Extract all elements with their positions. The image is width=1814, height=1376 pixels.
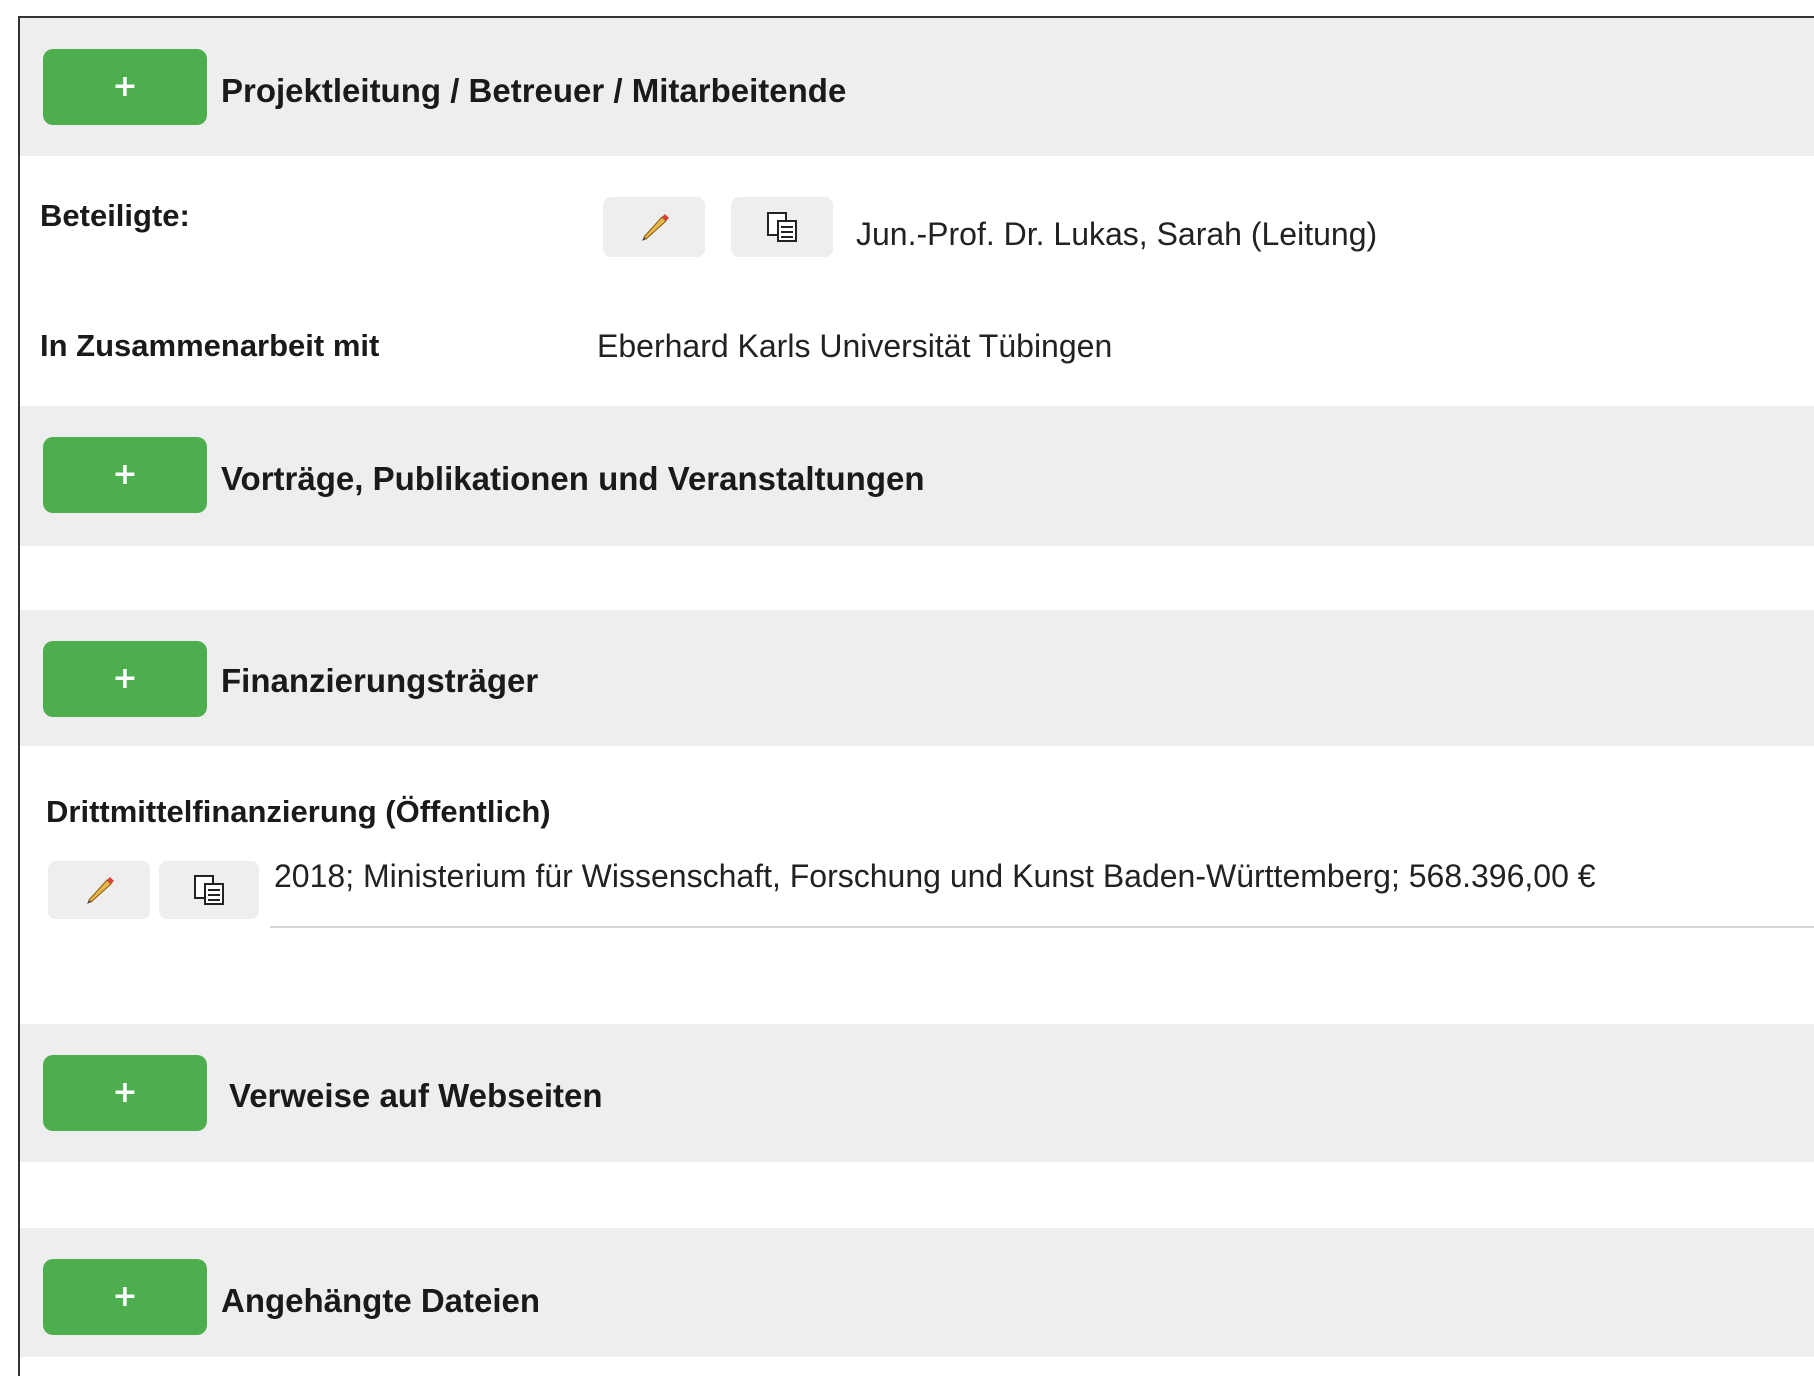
pencil-icon bbox=[87, 877, 114, 904]
drittmittel-heading: Drittmittelfinanzierung (Öffentlich) bbox=[46, 794, 551, 829]
plus-icon: + bbox=[112, 661, 138, 696]
plus-icon: + bbox=[112, 1279, 138, 1314]
plus-icon: + bbox=[112, 1075, 138, 1110]
edit-funding-button[interactable] bbox=[48, 861, 150, 919]
pencil-icon bbox=[642, 214, 669, 241]
add-finanzierung-button[interactable]: + bbox=[43, 641, 207, 717]
zusammenarbeit-label: In Zusammenarbeit mit bbox=[40, 328, 380, 363]
edit-participant-button[interactable] bbox=[603, 197, 705, 257]
section-title-dateien: Angehängte Dateien bbox=[221, 1282, 541, 1319]
section-title-webseiten: Verweise auf Webseiten bbox=[229, 1077, 603, 1114]
copy-icon bbox=[194, 875, 224, 905]
section-title-finanzierung: Finanzierungsträger bbox=[221, 662, 539, 699]
plus-icon: + bbox=[112, 457, 138, 492]
add-projektleitung-button[interactable]: + bbox=[43, 49, 207, 125]
section-title-vortraege: Vorträge, Publikationen und Veranstaltun… bbox=[221, 460, 925, 497]
participant-name: Jun.-Prof. Dr. Lukas, Sarah (Leitung) bbox=[856, 216, 1378, 252]
copy-funding-button[interactable] bbox=[159, 861, 259, 919]
add-vortraege-button[interactable]: + bbox=[43, 437, 207, 513]
copy-icon bbox=[767, 212, 797, 242]
add-dateien-button[interactable]: + bbox=[43, 1259, 207, 1335]
plus-icon: + bbox=[112, 69, 138, 104]
funding-divider bbox=[270, 926, 1814, 928]
add-webseiten-button[interactable]: + bbox=[43, 1055, 207, 1131]
copy-participant-button[interactable] bbox=[731, 197, 833, 257]
section-title-projektleitung: Projektleitung / Betreuer / Mitarbeitend… bbox=[221, 72, 847, 109]
funding-entry: 2018; Ministerium für Wissenschaft, Fors… bbox=[274, 858, 1596, 894]
beteiligte-label: Beteiligte: bbox=[40, 198, 190, 233]
zusammenarbeit-value: Eberhard Karls Universität Tübingen bbox=[597, 328, 1113, 364]
